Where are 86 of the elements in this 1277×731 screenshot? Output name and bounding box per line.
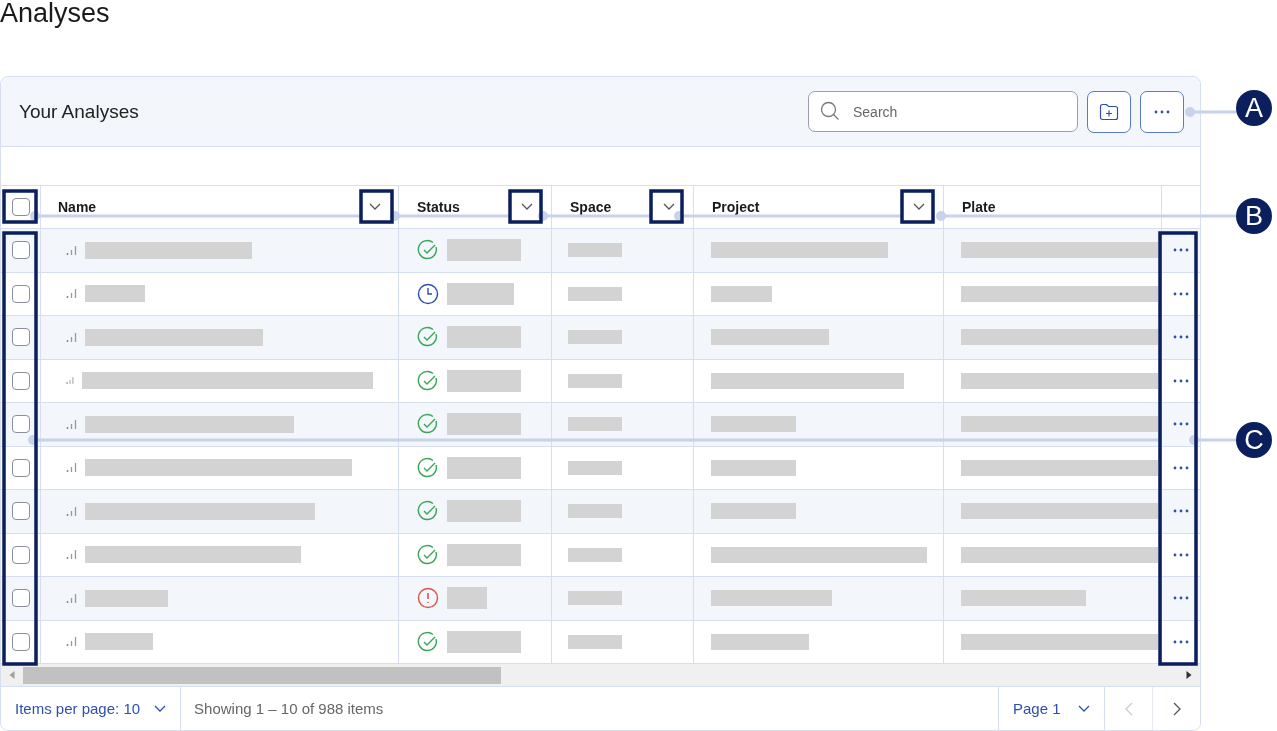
row-menu-button[interactable] [1173,378,1189,383]
redacted-text [568,417,622,432]
more-icon [1173,248,1189,253]
bar-chart-icon [66,592,77,604]
row-menu-button[interactable] [1173,465,1189,470]
highlight-frame [2,189,38,224]
row-menu-button[interactable] [1173,509,1189,514]
chevron-down-icon [1078,704,1090,713]
redacted-text [568,504,622,519]
row-menu-button[interactable] [1173,422,1189,427]
checkbox[interactable] [11,371,30,390]
column-header: Project [712,199,761,215]
redacted-text [568,330,622,345]
redacted-text [85,285,145,303]
callout-badge: A [1236,90,1272,126]
search-icon [820,101,840,121]
horizontal-scrollbar[interactable] [1,664,1200,687]
callout-badge: B [1236,198,1272,234]
new-folder-button[interactable] [1087,90,1131,133]
panel-title: Your Analyses [19,100,140,123]
row-menu-button[interactable] [1173,335,1189,340]
column-header: Space [570,199,613,215]
folder-plus-icon [1099,102,1119,121]
checkbox[interactable] [11,458,30,477]
more-icon [1173,378,1189,383]
redacted-text [447,282,514,305]
bar-chart-icon [66,288,77,300]
column-header: Name [58,199,98,215]
more-icon [1173,291,1189,296]
page-title: Analyses [0,0,111,30]
highlight-frame [649,189,684,224]
more-icon [1173,465,1189,470]
checkbox[interactable] [11,545,30,564]
bar-chart-icon [66,462,77,474]
redacted-text [568,373,622,388]
highlight-frame [508,189,543,224]
checkbox[interactable] [11,328,30,347]
more-icon [1173,639,1189,644]
bar-chart-icon [66,549,77,561]
checkbox[interactable] [11,589,30,608]
redacted-text [568,547,622,562]
redacted-text [568,634,622,649]
checkbox[interactable] [11,284,30,303]
scrollbar-thumb[interactable] [23,666,501,684]
column-header: Status [417,199,461,215]
checkbox[interactable] [11,198,30,216]
bar-chart-icon [66,505,77,517]
redacted-text [447,587,487,610]
more-icon [1173,509,1189,514]
chevron-right-icon [1172,701,1181,716]
more-icon [1173,552,1189,557]
row-menu-button[interactable] [1173,248,1189,253]
redacted-text [568,460,622,475]
search-field[interactable]: Search [808,91,1078,132]
redacted-text [85,633,153,651]
redacted-text [568,243,622,258]
checkbox[interactable] [11,241,30,260]
checkbox[interactable] [11,502,30,521]
bar-chart-icon [66,331,77,343]
redacted-text [711,285,772,302]
more-icon [1154,109,1170,114]
more-icon [1173,596,1189,601]
redacted-text [568,591,622,606]
scroll-left-icon [9,670,15,680]
leader-line [1185,107,1236,117]
more-icon [1173,422,1189,427]
bar-chart-icon [66,375,74,387]
bar-chart-icon [66,418,77,430]
bar-chart-icon [66,636,77,648]
row-menu-button[interactable] [1173,596,1189,601]
bar-chart-icon [66,244,77,256]
row-menu-button[interactable] [1173,639,1189,644]
more-icon [1173,335,1189,340]
scroll-right-icon [1186,670,1192,680]
highlight-frame [359,189,394,224]
highlight-frame [900,189,935,224]
chevron-left-icon [1124,701,1133,716]
column-header: Plate [962,199,997,215]
checkbox[interactable] [11,415,30,434]
row-menu-button[interactable] [1173,552,1189,557]
row-menu-button[interactable] [1173,291,1189,296]
checkbox[interactable] [11,632,30,651]
chevron-down-icon [154,704,167,713]
redacted-text [568,286,622,301]
callout-badge: C [1236,422,1272,458]
more-button[interactable] [1140,90,1184,133]
